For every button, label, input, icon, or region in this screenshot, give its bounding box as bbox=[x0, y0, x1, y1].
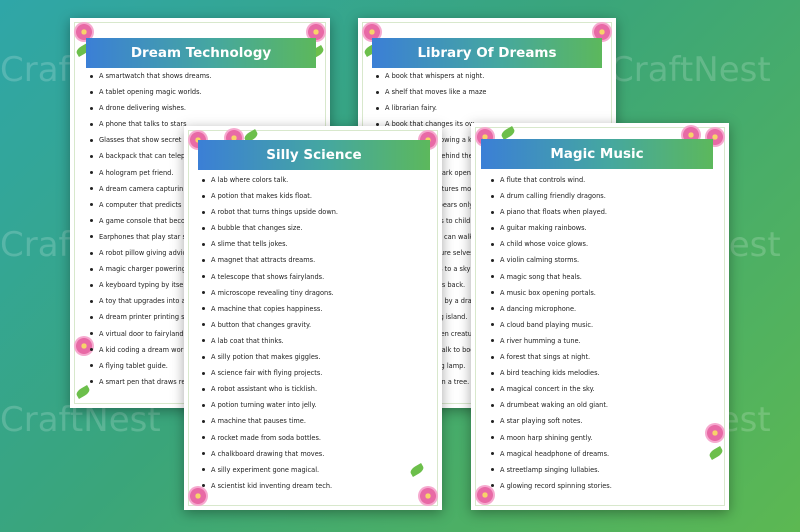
list-item: A telescope that shows fairylands. bbox=[202, 269, 426, 285]
list-item: A scientist kid inventing dream tech. bbox=[202, 478, 426, 494]
list-item: A silly experiment gone magical. bbox=[202, 462, 426, 478]
list-item: A river humming a tune. bbox=[491, 333, 713, 349]
list-item: A piano that floats when played. bbox=[491, 204, 713, 220]
list-item: A potion turning water into jelly. bbox=[202, 397, 426, 413]
list-item: A lab where colors talk. bbox=[202, 172, 426, 188]
prompt-list: A lab where colors talk. A potion that m… bbox=[202, 172, 426, 494]
list-item: A machine that copies happiness. bbox=[202, 301, 426, 317]
worksheet-silly-science: Silly Science A lab where colors talk. A… bbox=[184, 126, 442, 510]
list-item: A drumbeat waking an old giant. bbox=[491, 397, 713, 413]
list-item: A smartwatch that shows dreams. bbox=[90, 68, 310, 84]
list-item: A moon harp shining gently. bbox=[491, 430, 713, 446]
list-item: A machine that pauses time. bbox=[202, 413, 426, 429]
sheet-title: Dream Technology bbox=[86, 38, 316, 68]
list-item: A magic song that heals. bbox=[491, 269, 713, 285]
list-item: A music box opening portals. bbox=[491, 285, 713, 301]
list-item: A silly potion that makes giggles. bbox=[202, 349, 426, 365]
list-item: A chalkboard drawing that moves. bbox=[202, 446, 426, 462]
leaf-decoration bbox=[74, 385, 92, 399]
list-item: A potion that makes kids float. bbox=[202, 188, 426, 204]
list-item: A science fair with flying projects. bbox=[202, 365, 426, 381]
watermark: CraftNest bbox=[610, 50, 771, 90]
sheet-title: Library Of Dreams bbox=[372, 38, 602, 68]
list-item: A child whose voice glows. bbox=[491, 236, 713, 252]
list-item: A button that changes gravity. bbox=[202, 317, 426, 333]
sheet-title: Magic Music bbox=[481, 139, 713, 169]
list-item: A magnet that attracts dreams. bbox=[202, 252, 426, 268]
list-item: A slime that tells jokes. bbox=[202, 236, 426, 252]
list-item: A magical headphone of dreams. bbox=[491, 446, 713, 462]
list-item: A star playing soft notes. bbox=[491, 413, 713, 429]
sheet-title: Silly Science bbox=[198, 140, 430, 170]
list-item: A forest that sings at night. bbox=[491, 349, 713, 365]
list-item: A cloud band playing music. bbox=[491, 317, 713, 333]
list-item: A bubble that changes size. bbox=[202, 220, 426, 236]
list-item: A glowing record spinning stories. bbox=[491, 478, 713, 494]
list-item: A tablet opening magic worlds. bbox=[90, 84, 310, 100]
list-item: A lab coat that thinks. bbox=[202, 333, 426, 349]
list-item: A drone delivering wishes. bbox=[90, 100, 310, 116]
list-item: A robot assistant who is ticklish. bbox=[202, 381, 426, 397]
list-item: A flute that controls wind. bbox=[491, 172, 713, 188]
list-item: A book that whispers at night. bbox=[376, 68, 486, 84]
list-item: A bird teaching kids melodies. bbox=[491, 365, 713, 381]
list-item: A violin calming storms. bbox=[491, 252, 713, 268]
list-item: A guitar making rainbows. bbox=[491, 220, 713, 236]
list-item: A robot that turns things upside down. bbox=[202, 204, 426, 220]
list-item: A drum calling friendly dragons. bbox=[491, 188, 713, 204]
list-item: A shelf that moves like a maze. bbox=[376, 84, 486, 100]
list-item: A dancing microphone. bbox=[491, 301, 713, 317]
list-item: A rocket made from soda bottles. bbox=[202, 430, 426, 446]
list-item: A streetlamp singing lullabies. bbox=[491, 462, 713, 478]
prompt-list: A flute that controls wind. A drum calli… bbox=[491, 172, 713, 494]
list-item: A librarian fairy. bbox=[376, 100, 486, 116]
worksheet-magic-music: Magic Music A flute that controls wind. … bbox=[471, 123, 729, 510]
leaf-decoration bbox=[499, 126, 517, 140]
list-item: A microscope revealing tiny dragons. bbox=[202, 285, 426, 301]
list-item: A magical concert in the sky. bbox=[491, 381, 713, 397]
